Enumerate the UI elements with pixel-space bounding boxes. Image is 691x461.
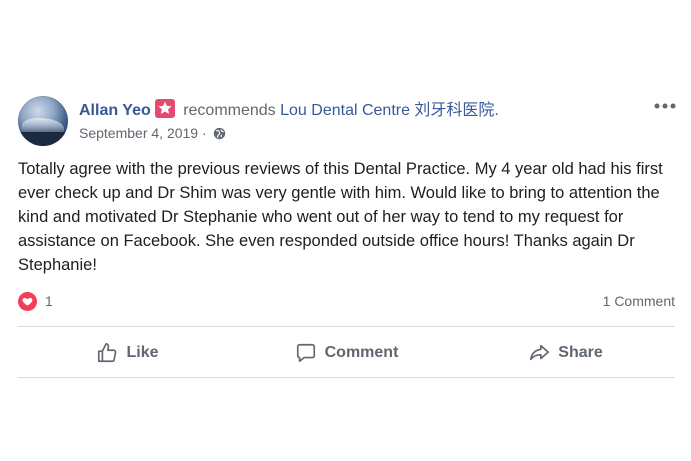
page-link[interactable]: Lou Dental Centre 刘牙科医院. [280, 102, 499, 119]
comment-label: Comment [324, 343, 399, 361]
thumbs-up-icon [98, 342, 117, 362]
review-post: Allan Yeo recommends Lou Dental Centre 刘… [0, 0, 691, 461]
share-arrow-icon [530, 344, 550, 360]
divider [18, 377, 675, 378]
post-text: Totally agree with the previous reviews … [18, 160, 663, 274]
post-header: Allan Yeo recommends Lou Dental Centre 刘… [79, 99, 499, 121]
share-label: Share [558, 343, 603, 361]
post-date[interactable]: September 4, 2019 · [79, 125, 207, 141]
like-label: Like [126, 343, 159, 361]
recommends-text: recommends [183, 102, 276, 119]
comment-count[interactable]: 1 Comment [603, 293, 675, 309]
divider [18, 326, 675, 327]
post-meta: September 4, 2019 · [79, 124, 226, 144]
share-button[interactable]: Share [456, 330, 675, 375]
like-button[interactable]: Like [18, 330, 237, 375]
globe-icon [213, 126, 226, 144]
avatar[interactable] [18, 96, 68, 146]
action-bar: Like Comment Share [18, 330, 675, 375]
reaction-count: 1 [45, 293, 53, 309]
comment-button[interactable]: Comment [237, 330, 456, 375]
author-name[interactable]: Allan Yeo [79, 102, 151, 119]
reaction-summary[interactable]: 1 [18, 291, 53, 311]
heart-icon [18, 291, 37, 311]
more-options-icon[interactable] [653, 98, 677, 114]
comment-bubble-icon [296, 343, 315, 362]
star-badge-icon [154, 99, 175, 118]
